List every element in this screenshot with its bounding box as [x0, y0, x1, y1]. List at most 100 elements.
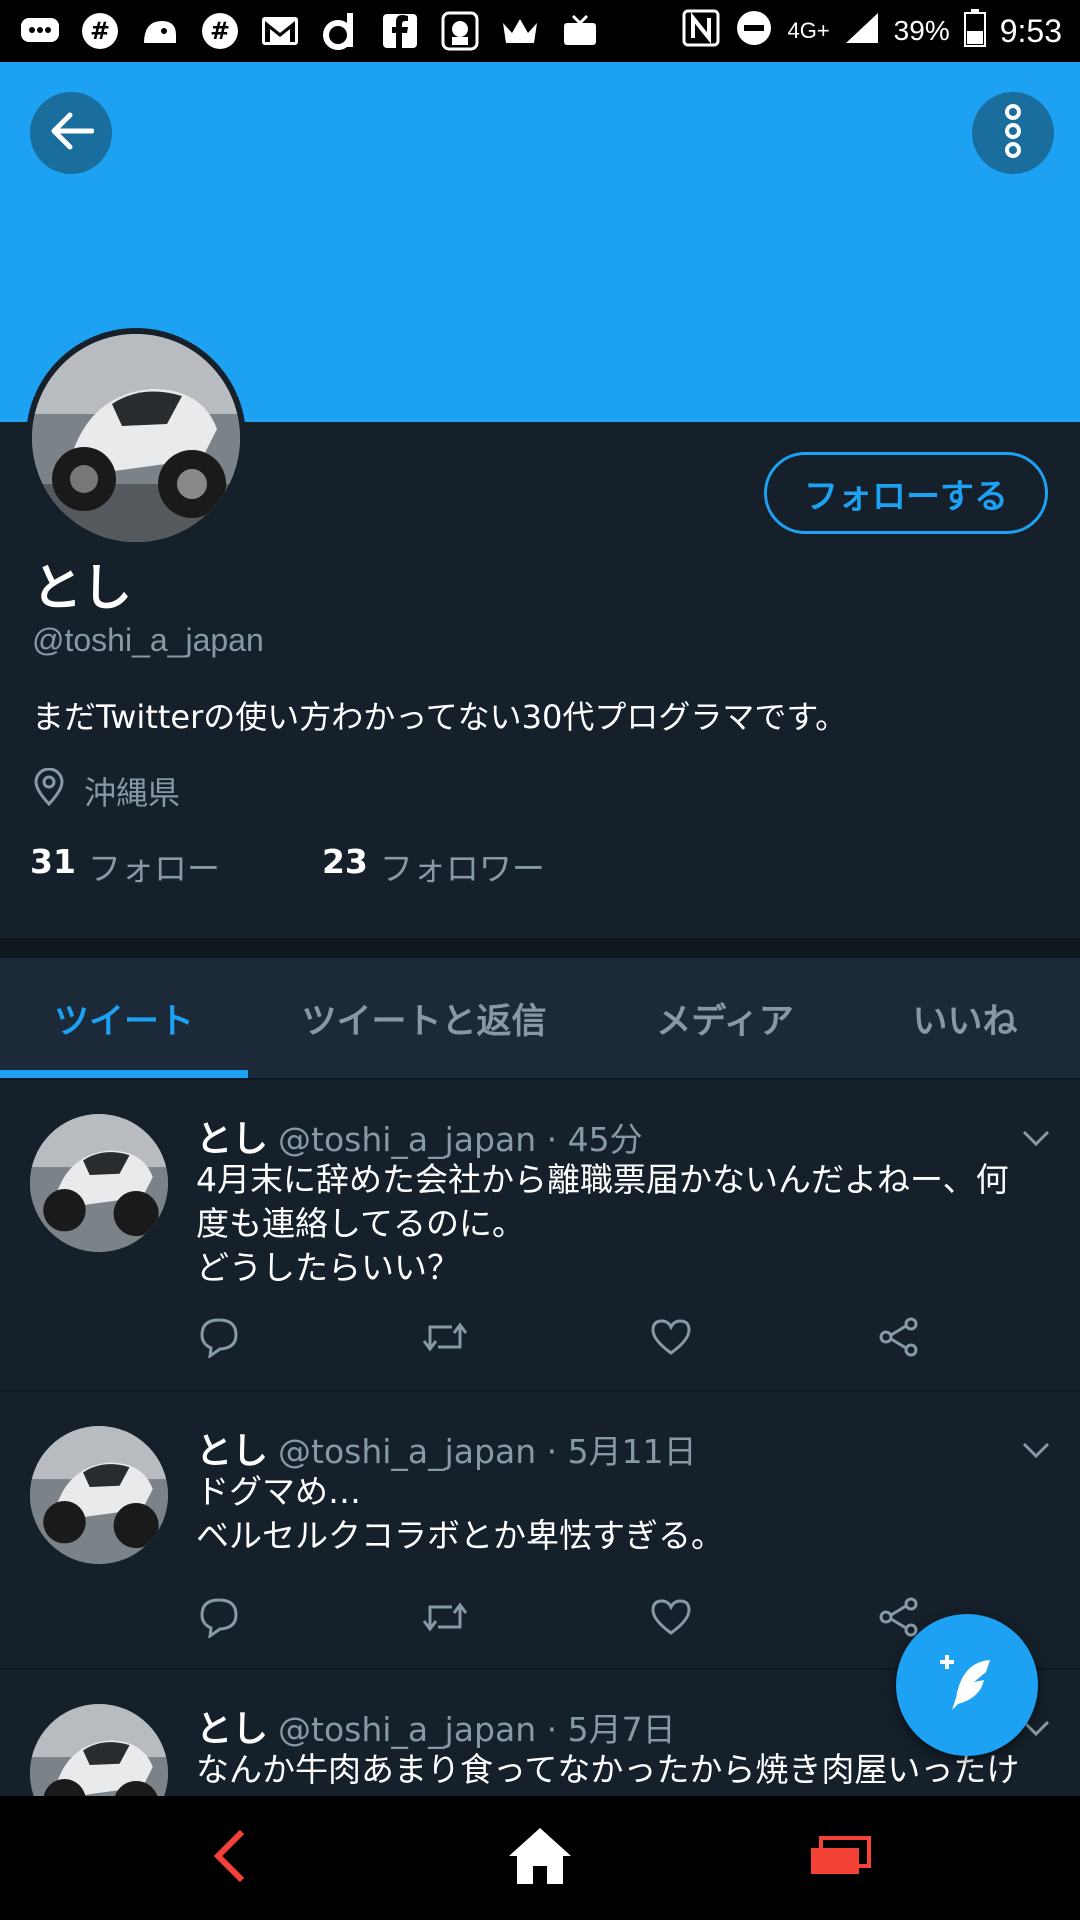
heart-icon [650, 1598, 692, 1640]
tweet-time: · 5月11日 [546, 1432, 697, 1471]
more-vertical-icon [1003, 104, 1023, 162]
profile-tabs: ツイート ツイートと返信 メディア いいね [0, 958, 1080, 1080]
tweet-header: とし @toshi_a_japan · 5月7日 [196, 1700, 676, 1752]
chevron-down-icon [1020, 1130, 1052, 1152]
compose-feather-icon [932, 1648, 1002, 1722]
reply-button[interactable] [196, 1596, 242, 1642]
tweet-header: とし @toshi_a_japan · 45分 [196, 1110, 643, 1162]
facebook-icon [378, 9, 422, 53]
clock: 9:53 [999, 12, 1062, 49]
motorcycle-photo [32, 334, 240, 542]
profile-location: 沖縄県 [32, 767, 181, 814]
do-not-disturb-icon [735, 9, 773, 54]
tweet-author-handle: @toshi_a_japan [278, 1120, 537, 1159]
motorcycle-photo [30, 1704, 168, 1796]
motorcycle-photo [30, 1426, 168, 1564]
network-type: 4G+ [787, 18, 830, 43]
retweet-icon [422, 1317, 468, 1361]
nav-recents-button[interactable] [770, 1796, 910, 1920]
arrow-left-icon [48, 111, 95, 155]
tweet-actions [196, 1316, 936, 1366]
penguin-icon [138, 9, 182, 53]
following-stat[interactable]: 31 フォロー [30, 842, 220, 890]
retweet-icon [422, 1597, 468, 1641]
system-nav-bar [0, 1796, 1080, 1920]
share-icon [878, 1316, 920, 1362]
tweet-author-handle: @toshi_a_japan [278, 1710, 537, 1749]
crown-icon [498, 9, 542, 53]
svg-text:#: # [90, 17, 110, 45]
d-icon [318, 9, 362, 53]
bird-icon [438, 9, 482, 53]
tweet-menu-button[interactable] [1020, 1128, 1052, 1152]
tweet-menu-button[interactable] [1020, 1440, 1052, 1464]
compose-tweet-button[interactable] [896, 1614, 1038, 1756]
reply-icon [198, 1596, 240, 1642]
back-button[interactable] [30, 92, 112, 174]
chat-icon [18, 9, 62, 53]
more-options-button[interactable] [972, 92, 1054, 174]
profile-stats: 31 フォロー 23 フォロワー [30, 842, 545, 890]
tweet-time: · 45分 [546, 1120, 643, 1159]
tweet-author-name: とし [196, 1431, 269, 1472]
notification-icons: # # [18, 9, 602, 53]
status-bar: # # 4G+ 39% 9:53 [0, 0, 1080, 62]
home-icon [507, 1826, 573, 1890]
tweet-avatar[interactable] [30, 1426, 168, 1564]
profile-bio: まだTwitterの使い方わかってない30代プログラマです。 [32, 698, 848, 736]
motorcycle-photo [30, 1114, 168, 1252]
tweet-text: 4月末に辞めた会社から離職票届かないんだよねー、何 度も連絡してるのに。 どうし… [196, 1160, 1009, 1287]
back-chevron-icon [210, 1828, 250, 1888]
battery-icon [963, 8, 986, 54]
tweet-author-name: とし [196, 1709, 269, 1750]
share-icon [878, 1596, 920, 1642]
tab-tweets-and-replies[interactable]: ツイートと返信 [248, 958, 600, 1078]
share-button[interactable] [876, 1316, 922, 1362]
location-pin-icon [32, 767, 66, 814]
tweet-header: とし @toshi_a_japan · 5月11日 [196, 1422, 697, 1474]
heart-icon [650, 1318, 692, 1360]
tweet-text: なんか牛肉あまり食ってなかったから焼き肉屋いったけ [196, 1750, 1020, 1789]
section-divider [0, 938, 1080, 958]
slack-icon: # [78, 9, 122, 53]
following-label: フォロー [87, 849, 220, 888]
nfc-icon [681, 8, 721, 55]
reply-icon [198, 1316, 240, 1362]
tab-tweets[interactable]: ツイート [0, 958, 248, 1078]
profile-name: とし [32, 559, 132, 617]
chevron-down-icon [1020, 1442, 1052, 1464]
nav-home-button[interactable] [470, 1796, 610, 1920]
profile-avatar[interactable] [26, 328, 246, 548]
tweet-time: · 5月7日 [546, 1710, 676, 1749]
battery-percent: 39% [893, 15, 950, 46]
tweet-avatar[interactable] [30, 1114, 168, 1252]
tweet-avatar[interactable] [30, 1704, 168, 1796]
system-status: 4G+ 39% 9:53 [681, 8, 1062, 55]
like-button[interactable] [648, 1596, 694, 1642]
tab-media[interactable]: メディア [600, 958, 850, 1078]
followers-stat[interactable]: 23 フォロワー [322, 842, 545, 890]
profile-handle: @toshi_a_japan [32, 622, 264, 658]
tweet-item[interactable]: とし @toshi_a_japan · 45分 4月末に辞めた会社から離職票届かな… [0, 1082, 1080, 1392]
gmail-icon [258, 9, 302, 53]
following-count: 31 [30, 842, 76, 881]
tweet-actions [196, 1596, 936, 1646]
retweet-button[interactable] [422, 1596, 468, 1642]
tweet-text: ドグマめ… ベルセルクコラボとか卑怯すぎる。 [196, 1472, 724, 1555]
tweet-author-handle: @toshi_a_japan [278, 1432, 537, 1471]
tab-likes[interactable]: いいね [850, 958, 1080, 1078]
tweet-author-name: とし [196, 1119, 269, 1160]
followers-count: 23 [321, 842, 368, 881]
reply-button[interactable] [196, 1316, 242, 1362]
slack-icon: # [198, 9, 242, 53]
location-text: 沖縄県 [84, 774, 181, 812]
svg-text:#: # [210, 17, 230, 45]
retweet-button[interactable] [422, 1316, 468, 1362]
tweet-item[interactable]: とし @toshi_a_japan · 5月11日 ドグマめ… ベルセルクコラボと… [0, 1394, 1080, 1670]
signal-icon [844, 11, 880, 52]
follow-button[interactable]: フォローする [764, 452, 1048, 534]
recents-icon [809, 1836, 871, 1880]
nav-back-button[interactable] [160, 1796, 300, 1920]
like-button[interactable] [648, 1316, 694, 1362]
tv-icon [558, 9, 602, 53]
